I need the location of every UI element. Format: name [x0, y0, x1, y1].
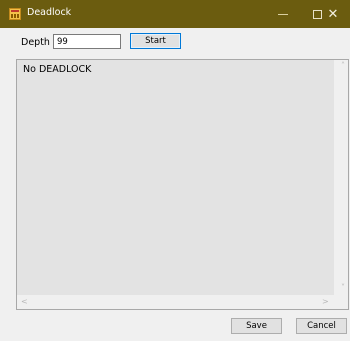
output-textarea[interactable]: No DEADLOCK ˄ ˅ < > — [16, 59, 349, 310]
title-bar[interactable]: Deadlock ✕ — [0, 0, 350, 28]
app-icon — [9, 8, 21, 20]
scroll-left-icon[interactable]: < — [21, 298, 28, 306]
depth-label: Depth — [21, 37, 50, 48]
minimize-button[interactable] — [266, 0, 300, 28]
save-button[interactable]: Save — [231, 318, 282, 334]
deadlock-window: Deadlock ✕ Depth Start No DEADLOCK ˄ ˅ <… — [0, 0, 350, 341]
cancel-button[interactable]: Cancel — [296, 318, 347, 334]
start-button[interactable]: Start — [130, 33, 181, 49]
depth-input[interactable] — [53, 34, 121, 49]
close-button[interactable]: ✕ — [316, 0, 350, 28]
vertical-scrollbar[interactable]: ˄ ˅ — [334, 60, 348, 295]
minimize-icon — [278, 13, 288, 15]
output-text: No DEADLOCK — [23, 64, 92, 75]
scroll-right-icon[interactable]: > — [322, 298, 329, 306]
scroll-down-icon[interactable]: ˅ — [341, 284, 345, 292]
horizontal-scrollbar[interactable]: < > — [17, 295, 334, 309]
close-icon: ✕ — [327, 6, 339, 22]
scroll-up-icon[interactable]: ˄ — [341, 62, 345, 70]
scrollbar-corner — [334, 295, 348, 309]
window-title: Deadlock — [27, 7, 72, 18]
